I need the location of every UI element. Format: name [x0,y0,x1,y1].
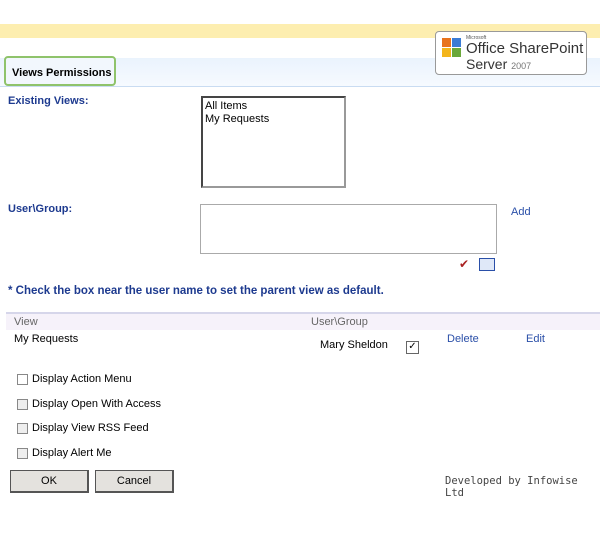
user-group-input[interactable] [200,204,497,254]
footer-credit: Developed by Infowise Ltd [445,475,578,499]
option-display-view-rss-feed[interactable]: Display View RSS Feed [17,422,149,434]
ok-button[interactable]: OK [10,470,89,493]
option-display-alert-me[interactable]: Display Alert Me [17,447,111,459]
checkbox[interactable] [17,447,28,459]
add-link[interactable]: Add [511,206,531,218]
option-display-action-menu[interactable]: Display Action Menu [17,373,132,385]
edit-link[interactable]: Edit [526,333,545,345]
default-view-checkbox[interactable]: ✓ [406,341,419,354]
cancel-button[interactable]: Cancel [95,470,174,493]
list-item[interactable]: My Requests [205,113,342,126]
existing-views-listbox[interactable]: All Items My Requests [201,96,346,188]
option-display-open-with-access[interactable]: Display Open With Access [17,398,161,410]
checkbox[interactable] [17,398,28,410]
default-view-note: * Check the box near the user name to se… [8,285,384,297]
office-logo-icon [442,38,462,60]
table-header: View User\Group [6,312,600,330]
address-book-icon[interactable] [479,258,495,271]
list-item[interactable]: All Items [205,100,342,113]
page-title: Views Permissions [4,56,116,86]
checkbox[interactable] [17,422,28,434]
existing-views-label: Existing Views: [8,95,89,107]
user-group-label: User\Group: [8,203,73,215]
checkbox[interactable] [17,373,28,385]
delete-link[interactable]: Delete [447,333,479,345]
sharepoint-logo: Microsoft Office SharePoint Server 2007 [435,31,587,75]
check-names-icon[interactable]: ✔ [459,257,469,271]
